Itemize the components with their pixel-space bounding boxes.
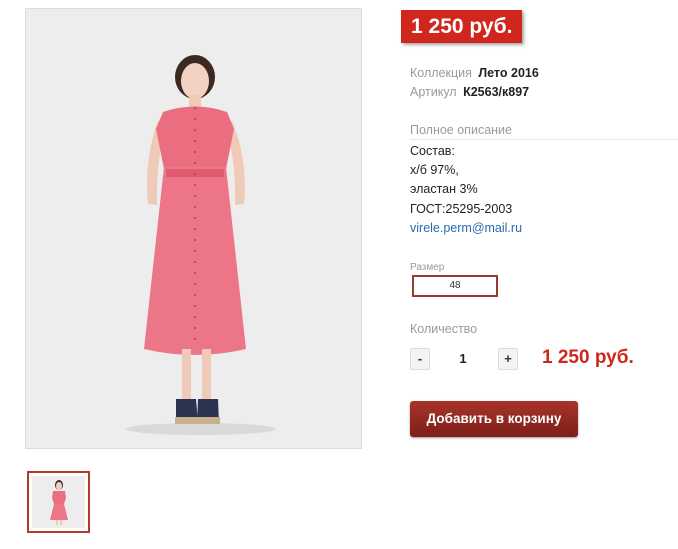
- article-row: Артикул К2563/к897: [410, 85, 529, 99]
- total-price: 1 250 руб.: [542, 347, 634, 368]
- quantity-label: Количество: [410, 322, 478, 336]
- collection-value: Лето 2016: [478, 66, 539, 80]
- quantity-input[interactable]: 1: [448, 351, 478, 366]
- collection-label: Коллекция: [410, 66, 472, 80]
- product-main-image[interactable]: [25, 8, 362, 449]
- size-select[interactable]: 48: [412, 275, 498, 297]
- quantity-plus-button[interactable]: +: [498, 348, 518, 370]
- description-line: х/б 97%,: [410, 163, 459, 178]
- article-value: К2563/к897: [463, 85, 530, 99]
- size-label: Размер: [410, 262, 445, 273]
- description-line: эластан 3%: [410, 182, 478, 197]
- add-to-cart-button[interactable]: Добавить в корзину: [410, 401, 578, 437]
- dress-thumbnail-image: [32, 476, 85, 528]
- description-line: Состав:: [410, 144, 455, 158]
- product-thumbnail[interactable]: [27, 471, 90, 533]
- quantity-minus-button[interactable]: -: [410, 348, 430, 370]
- article-label: Артикул: [410, 85, 457, 99]
- description-title: Полное описание: [410, 123, 678, 140]
- price-badge: 1 250 руб.: [401, 10, 523, 43]
- email-link[interactable]: virele.perm@mail.ru: [410, 219, 522, 238]
- description-body: Состав: х/б 97%, эластан 3% ГОСТ:25295-2…: [410, 142, 522, 238]
- description-line: ГОСТ:25295-2003: [410, 201, 513, 216]
- dress-model-photo: [26, 9, 361, 448]
- collection-row: Коллекция Лето 2016: [410, 66, 539, 80]
